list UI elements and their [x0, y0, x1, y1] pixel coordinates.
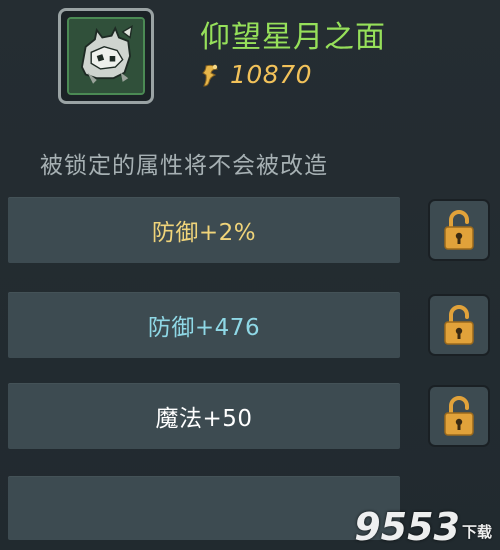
attribute-row-4[interactable] — [8, 476, 400, 540]
attribute-label: 防御+2% — [151, 220, 257, 246]
watermark-logo: 9553 — [354, 508, 460, 546]
site-watermark: 9553 下载 — [354, 508, 492, 546]
lock-hint-text: 被锁定的属性将不会被改造 — [40, 153, 328, 179]
attribute-row-2[interactable]: 防御+476 — [8, 292, 400, 358]
item-price: 10870 — [200, 60, 312, 89]
attribute-label: 魔法+50 — [155, 406, 253, 432]
attribute-row-3[interactable]: 魔法+50 — [8, 383, 400, 449]
lock-button-3[interactable] — [428, 385, 490, 447]
unlocked-padlock-icon — [442, 395, 476, 437]
attribute-label: 防御+476 — [147, 315, 261, 341]
currency-icon — [200, 62, 222, 88]
item-name: 仰望星月之面 — [200, 20, 386, 55]
refine-screen: 仰望星月之面 10870 被锁定的属性将不会被改造 防御+2% 防御+476 魔… — [0, 0, 500, 550]
armor-mask-icon — [67, 17, 145, 95]
unlocked-padlock-icon — [442, 304, 476, 346]
lock-button-1[interactable] — [428, 199, 490, 261]
unlocked-padlock-icon — [442, 209, 476, 251]
watermark-text: 下载 — [461, 523, 492, 541]
watermark-number: 9553 — [354, 505, 460, 549]
price-value: 10870 — [230, 60, 313, 89]
lock-button-2[interactable] — [428, 294, 490, 356]
item-icon-frame[interactable] — [58, 8, 154, 104]
attribute-row-1[interactable]: 防御+2% — [8, 197, 400, 263]
